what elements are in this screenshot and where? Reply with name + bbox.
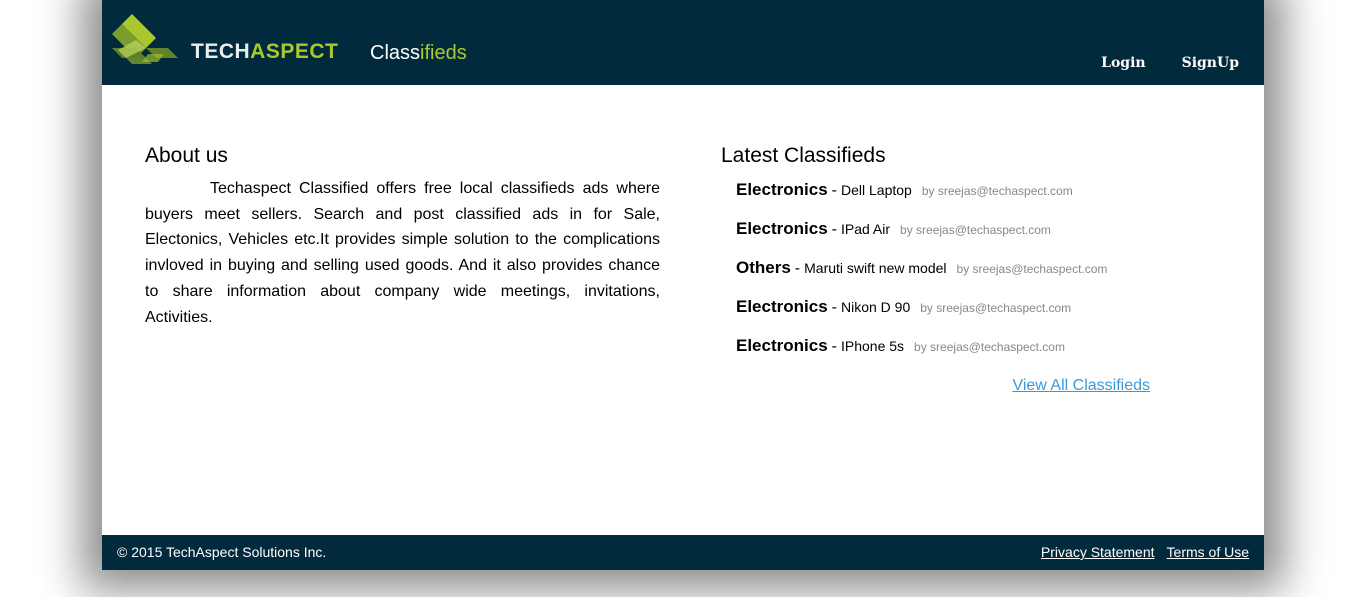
classified-title[interactable]: Maruti swift new model (804, 260, 946, 276)
techaspect-logo-icon[interactable] (112, 14, 178, 68)
page-container: TECHASPECT Classifieds Login SignUp Abou… (102, 0, 1264, 570)
classified-author: by sreejas@techaspect.com (956, 262, 1108, 276)
classified-title[interactable]: Dell Laptop (841, 182, 912, 198)
copyright-text: © 2015 TechAspect Solutions Inc. (117, 544, 327, 560)
classified-title[interactable]: Nikon D 90 (841, 299, 910, 315)
site-footer: © 2015 TechAspect Solutions Inc. Privacy… (102, 535, 1264, 570)
classified-author: by sreejas@techaspect.com (920, 301, 1072, 315)
latest-classifieds-title: Latest Classifieds (721, 144, 886, 167)
classified-author: by sreejas@techaspect.com (914, 340, 1065, 354)
classified-title[interactable]: IPhone 5s (841, 338, 904, 354)
about-section: About us Techaspect Classified offers fr… (145, 144, 660, 330)
terms-of-use-link[interactable]: Terms of Use (1167, 544, 1249, 560)
product-name: Classifieds (370, 41, 467, 65)
classified-author: by sreejas@techaspect.com (900, 223, 1051, 237)
product-name-part1: Class (370, 42, 421, 64)
list-item[interactable]: Others - Maruti swift new model by sreej… (736, 258, 1241, 297)
list-item[interactable]: Electronics - IPhone 5s by sreejas@techa… (736, 336, 1241, 375)
view-all-classifieds-link[interactable]: View All Classifieds (1012, 377, 1150, 395)
classified-title[interactable]: IPad Air (841, 221, 890, 237)
brand-aspect: ASPECT (250, 40, 339, 63)
separator: - (831, 221, 837, 238)
separator: - (831, 299, 837, 316)
about-text: Techaspect Classified offers free local … (145, 180, 660, 326)
classified-category: Electronics (736, 336, 828, 355)
classified-category: Electronics (736, 297, 828, 316)
separator: - (831, 182, 837, 199)
separator: - (794, 260, 801, 277)
list-item[interactable]: Electronics - Nikon D 90 by sreejas@tech… (736, 297, 1241, 336)
brand-tech: TECH (191, 40, 251, 63)
classified-author: by sreejas@techaspect.com (921, 184, 1073, 198)
classified-category: Electronics (736, 180, 828, 199)
classifieds-list: Electronics - Dell Laptop by sreejas@tec… (736, 180, 1241, 375)
latest-classifieds-section: Latest Classifieds Electronics - Dell La… (721, 144, 1241, 394)
list-item[interactable]: Electronics - IPad Air by sreejas@techas… (736, 219, 1241, 258)
footer-links: Privacy Statement Terms of Use (1041, 544, 1249, 560)
classified-category: Electronics (736, 219, 828, 238)
login-link[interactable]: Login (1101, 55, 1145, 71)
header-nav: Login SignUp (1101, 55, 1239, 71)
site-header: TECHASPECT Classifieds Login SignUp (102, 0, 1264, 85)
about-title: About us (145, 144, 228, 167)
brand-logo-text[interactable]: TECHASPECT (191, 40, 338, 64)
separator: - (831, 338, 837, 355)
classified-category: Others (736, 258, 791, 277)
product-name-part2: ifieds (420, 42, 467, 64)
list-item[interactable]: Electronics - Dell Laptop by sreejas@tec… (736, 180, 1241, 219)
privacy-statement-link[interactable]: Privacy Statement (1041, 544, 1155, 560)
signup-link[interactable]: SignUp (1182, 55, 1239, 71)
